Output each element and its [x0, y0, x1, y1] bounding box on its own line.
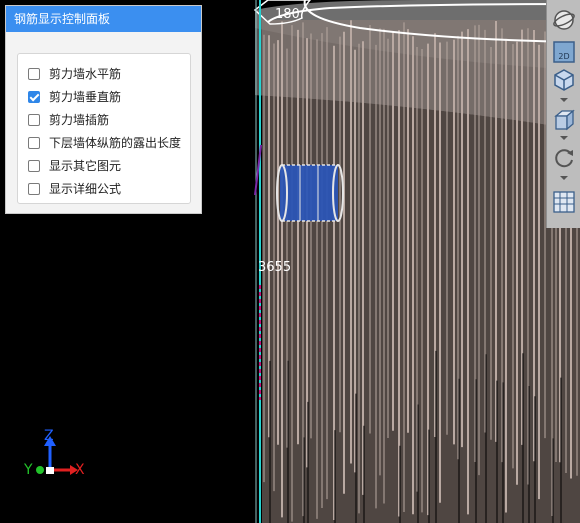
axis-label-z: Z	[44, 428, 54, 444]
globe-icon[interactable]	[551, 8, 577, 32]
option-wall-vertical-rebar[interactable]: 剪力墙垂直筋	[18, 85, 190, 108]
chevron-down-icon[interactable]	[560, 98, 568, 102]
dimension-label-180: 180	[275, 7, 300, 22]
checkbox[interactable]	[28, 90, 40, 103]
checkbox[interactable]	[28, 113, 40, 126]
axis-label-x: X	[75, 462, 85, 478]
chevron-down-icon[interactable]	[560, 176, 568, 180]
option-wall-horizontal-rebar[interactable]: 剪力墙水平筋	[18, 62, 190, 85]
chevron-down-icon[interactable]	[560, 136, 568, 140]
option-show-other-elements[interactable]: 显示其它图元	[18, 154, 190, 177]
grid-layout-icon[interactable]	[551, 190, 577, 214]
option-show-detailed-formula[interactable]: 显示详细公式	[18, 177, 190, 200]
2d-view-icon[interactable]: 2D	[551, 40, 577, 64]
axis-label-y: Y	[24, 462, 33, 478]
2d-label: 2D	[558, 52, 569, 61]
checkbox[interactable]	[28, 159, 40, 172]
panel-title: 钢筋显示控制面板	[6, 6, 201, 32]
option-label: 显示其它图元	[49, 159, 122, 173]
axes-indicator	[36, 436, 78, 475]
view-cube-icon[interactable]	[551, 68, 577, 92]
checkbox[interactable]	[28, 136, 40, 149]
option-label: 剪力墙水平筋	[49, 67, 122, 81]
dimension-label-3655: 3655	[258, 260, 292, 275]
option-label: 显示详细公式	[49, 182, 122, 196]
option-lower-wall-exposed-length[interactable]: 下层墙体纵筋的露出长度	[18, 131, 190, 154]
option-label: 剪力墙垂直筋	[49, 90, 122, 104]
view-toolbar: 2D	[546, 0, 580, 228]
box-view-icon[interactable]	[551, 108, 577, 132]
rebar-display-control-panel[interactable]: 钢筋显示控制面板 剪力墙水平筋 剪力墙垂直筋 剪力墙插筋 下层墙体纵筋的露出长度…	[5, 5, 202, 214]
option-label: 下层墙体纵筋的露出长度	[49, 136, 182, 150]
checkbox[interactable]	[28, 182, 40, 195]
option-label: 剪力墙插筋	[49, 113, 110, 127]
rotate-icon[interactable]	[551, 146, 577, 170]
checkbox[interactable]	[28, 67, 40, 80]
option-wall-dowel-rebar[interactable]: 剪力墙插筋	[18, 108, 190, 131]
rebar-coupler[interactable]	[276, 164, 344, 222]
options-group: 剪力墙水平筋 剪力墙垂直筋 剪力墙插筋 下层墙体纵筋的露出长度 显示其它图元 显…	[17, 53, 191, 204]
vertical-rebar-group	[262, 20, 580, 523]
